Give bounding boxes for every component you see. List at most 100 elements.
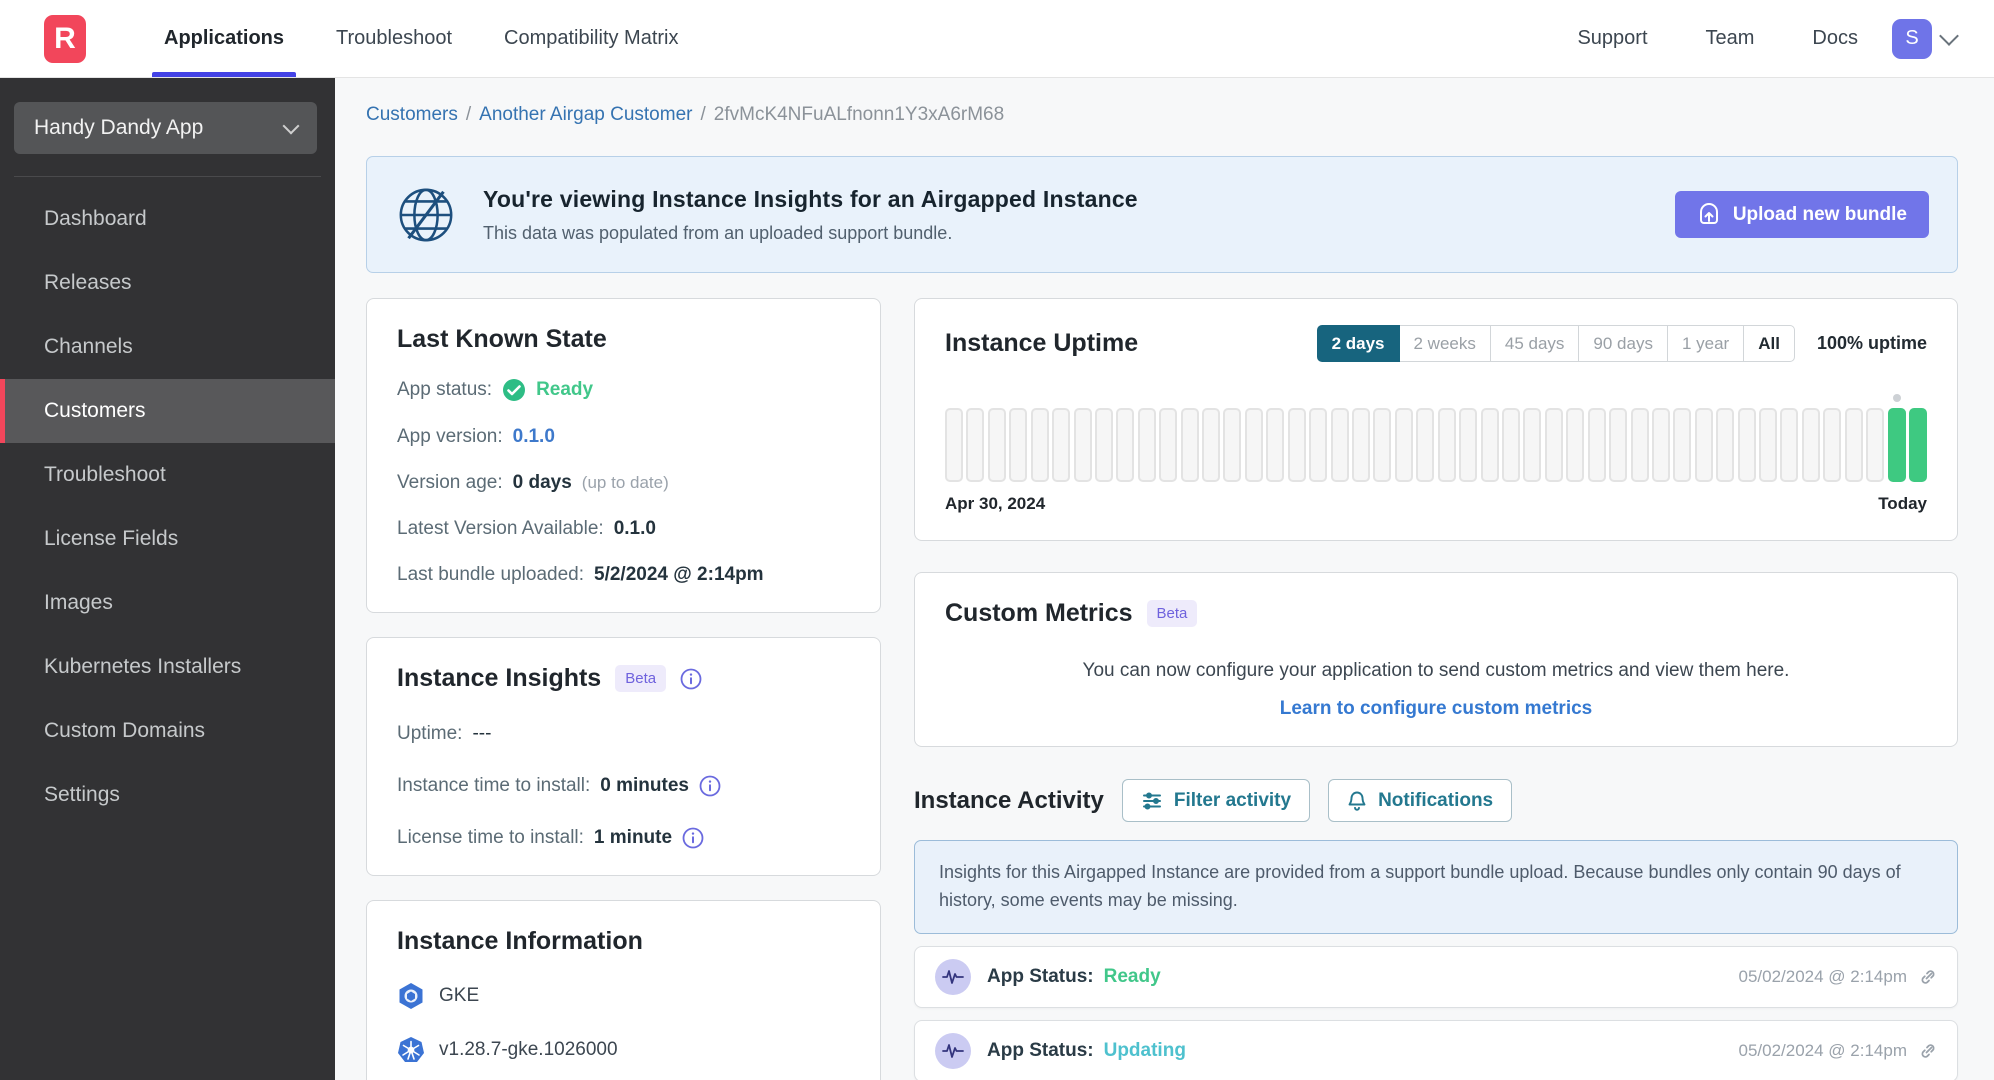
replicated-logo[interactable]: R (44, 14, 86, 63)
app-version-link[interactable]: 0.1.0 (513, 426, 555, 448)
range-2-weeks[interactable]: 2 weeks (1398, 325, 1491, 362)
breadcrumb-separator: / (700, 104, 706, 125)
uptime-bar[interactable] (1609, 408, 1628, 482)
uptime-bar[interactable] (1223, 408, 1242, 482)
uptime-bar[interactable] (1523, 408, 1542, 482)
uptime-bar[interactable] (1866, 408, 1885, 482)
sidebar-item-images[interactable]: Images (0, 571, 335, 635)
uptime-bar[interactable] (1480, 408, 1499, 482)
range-1-year[interactable]: 1 year (1666, 325, 1745, 362)
link-team[interactable]: Team (1706, 27, 1755, 50)
activity-row[interactable]: App Status: Ready 05/02/2024 @ 2:14pm (914, 945, 1958, 1008)
avatar[interactable]: S (1892, 18, 1932, 59)
app-selector-label: Handy Dandy App (34, 116, 204, 139)
uptime-summary: 100% uptime (1816, 333, 1927, 353)
tab-troubleshoot[interactable]: Troubleshoot (310, 0, 478, 77)
uptime-bar[interactable] (1330, 408, 1349, 482)
uptime-bar[interactable] (1437, 408, 1456, 482)
link-icon[interactable] (1919, 968, 1937, 986)
uptime-bar[interactable] (1459, 408, 1478, 482)
range-all[interactable]: All (1743, 325, 1795, 362)
uptime-bar[interactable] (1287, 408, 1306, 482)
sidebar-item-license-fields[interactable]: License Fields (0, 507, 335, 571)
uptime-bar[interactable] (1801, 408, 1820, 482)
uptime-bar[interactable] (1737, 408, 1756, 482)
uptime-bar[interactable] (1352, 408, 1371, 482)
link-icon[interactable] (1919, 1042, 1937, 1060)
uptime-bar[interactable] (1137, 408, 1156, 482)
info-icon[interactable] (682, 827, 704, 849)
uptime-bar[interactable] (1566, 408, 1585, 482)
uptime-bar[interactable] (1544, 408, 1563, 482)
sidebar-item-releases[interactable]: Releases (0, 251, 335, 315)
sidebar-item-settings[interactable]: Settings (0, 763, 335, 827)
uptime-bar[interactable] (1844, 408, 1863, 482)
notifications-button[interactable]: Notifications (1328, 779, 1513, 822)
uptime-axis-labels: Apr 30, 2024 Today (945, 494, 1927, 514)
uptime-bar[interactable] (1908, 408, 1927, 482)
uptime-bars (945, 394, 1927, 482)
uptime-bar[interactable] (1587, 408, 1606, 482)
sidebar-item-customers[interactable]: Customers (0, 379, 335, 443)
uptime-bar[interactable] (1394, 408, 1413, 482)
link-docs[interactable]: Docs (1812, 27, 1858, 50)
uptime-bar[interactable] (1180, 408, 1199, 482)
row-label: Instance time to install: (397, 775, 591, 796)
app-status-row: App status: Ready (397, 378, 850, 402)
uptime-bar[interactable] (1630, 408, 1649, 482)
upload-new-bundle-button[interactable]: Upload new bundle (1674, 191, 1929, 238)
app-selector[interactable]: Handy Dandy App (14, 102, 317, 154)
uptime-bar[interactable] (1202, 408, 1221, 482)
sidebar-item-kubernetes-installers[interactable]: Kubernetes Installers (0, 635, 335, 699)
sidebar-item-troubleshoot[interactable]: Troubleshoot (0, 443, 335, 507)
uptime-bar[interactable] (1651, 408, 1670, 482)
range-2-days[interactable]: 2 days (1316, 325, 1400, 362)
sidebar-item-dashboard[interactable]: Dashboard (0, 187, 335, 251)
breadcrumb-customer-name[interactable]: Another Airgap Customer (479, 104, 692, 126)
sidebar-item-label: Channels (44, 335, 133, 358)
uptime-bar[interactable] (1159, 408, 1178, 482)
tab-compatibility-matrix[interactable]: Compatibility Matrix (478, 0, 704, 77)
upload-icon (1699, 202, 1718, 224)
uptime-bar[interactable] (1759, 408, 1778, 482)
configure-custom-metrics-link[interactable]: Learn to configure custom metrics (945, 698, 1927, 720)
uptime-bar[interactable] (987, 408, 1006, 482)
uptime-bar[interactable] (1716, 408, 1735, 482)
upload-button-label: Upload new bundle (1732, 203, 1907, 225)
row-label: Latest Version Available: (397, 518, 604, 539)
uptime-bar[interactable] (1694, 408, 1713, 482)
uptime-bar[interactable] (1116, 408, 1135, 482)
uptime-bar[interactable] (1052, 408, 1071, 482)
uptime-bar[interactable] (1266, 408, 1285, 482)
sidebar-item-channels[interactable]: Channels (0, 315, 335, 379)
uptime-bar[interactable] (1073, 408, 1092, 482)
uptime-bar[interactable] (1673, 408, 1692, 482)
tab-applications[interactable]: Applications (138, 0, 310, 77)
activity-status-value: Ready (1103, 965, 1161, 987)
uptime-bar[interactable] (1309, 408, 1328, 482)
uptime-bar[interactable] (1244, 408, 1263, 482)
link-support[interactable]: Support (1577, 27, 1647, 50)
uptime-bar[interactable] (1823, 408, 1842, 482)
info-icon[interactable] (680, 668, 702, 690)
range-90-days[interactable]: 90 days (1578, 325, 1668, 362)
filter-activity-button[interactable]: Filter activity (1121, 779, 1311, 822)
uptime-bar[interactable] (1780, 408, 1799, 482)
info-icon[interactable] (699, 775, 721, 797)
activity-row[interactable]: App Status: Updating 05/02/2024 @ 2:14pm (914, 1019, 1958, 1080)
uptime-bar[interactable] (1416, 408, 1435, 482)
uptime-bar[interactable] (1094, 408, 1113, 482)
range-45-days[interactable]: 45 days (1489, 325, 1580, 362)
chevron-down-icon[interactable] (1939, 25, 1959, 46)
uptime-bar[interactable] (1373, 408, 1392, 482)
left-column: Last Known State App status: Ready App v… (366, 298, 881, 1080)
uptime-bar[interactable] (1009, 408, 1028, 482)
uptime-bar[interactable] (1501, 408, 1520, 482)
uptime-bar[interactable] (966, 408, 985, 482)
uptime-bar[interactable] (1887, 394, 1906, 482)
sidebar-item-custom-domains[interactable]: Custom Domains (0, 699, 335, 763)
uptime-bar[interactable] (945, 408, 963, 482)
uptime-bar[interactable] (1030, 408, 1049, 482)
sidebar-item-label: Images (44, 591, 113, 614)
breadcrumb-customers[interactable]: Customers (366, 104, 458, 126)
